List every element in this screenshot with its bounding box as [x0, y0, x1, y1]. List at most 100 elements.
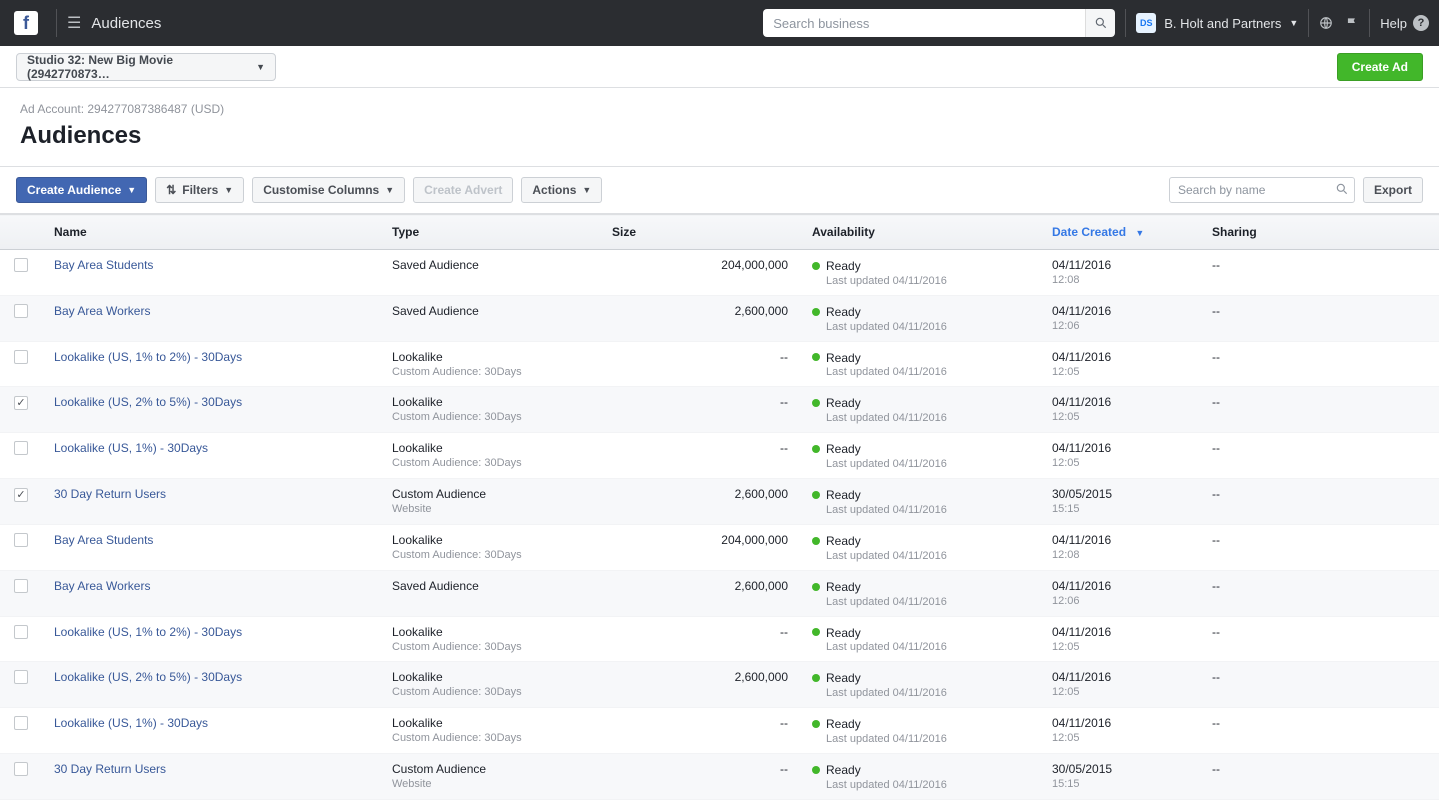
date-created: 04/11/2016	[1052, 395, 1188, 409]
create-advert-button: Create Advert	[413, 177, 513, 203]
status-subtext: Last updated 04/11/2016	[812, 550, 1028, 562]
time-created: 12:05	[1052, 411, 1188, 423]
audience-type: Lookalike	[392, 625, 588, 639]
row-checkbox[interactable]	[14, 396, 28, 410]
audience-name-link[interactable]: Lookalike (US, 1%) - 30Days	[54, 716, 208, 730]
audience-type: Lookalike	[392, 716, 588, 730]
audience-type: Custom Audience	[392, 487, 588, 501]
sharing-value: --	[1212, 441, 1220, 455]
divider	[56, 9, 57, 37]
audience-type-sub: Custom Audience: 30Days	[392, 686, 588, 698]
audience-name-link[interactable]: Bay Area Workers	[54, 579, 150, 593]
row-checkbox[interactable]	[14, 625, 28, 639]
audience-name-link[interactable]: Lookalike (US, 1%) - 30Days	[54, 441, 208, 455]
audience-type-sub: Custom Audience: 30Days	[392, 457, 588, 469]
business-selector[interactable]: DS B. Holt and Partners ▼	[1136, 13, 1298, 33]
time-created: 12:05	[1052, 686, 1188, 698]
audience-type-sub: Custom Audience: 30Days	[392, 366, 588, 378]
audience-table: Name Type Size Availability Date Created…	[0, 214, 1439, 800]
time-created: 12:06	[1052, 320, 1188, 332]
audience-type: Lookalike	[392, 350, 588, 364]
row-checkbox[interactable]	[14, 670, 28, 684]
sharing-value: --	[1212, 670, 1220, 684]
time-created: 12:06	[1052, 595, 1188, 607]
table-row: Lookalike (US, 2% to 5%) - 30Days Lookal…	[0, 387, 1439, 433]
account-bar: Studio 32: New Big Movie (2942770873… ▼ …	[0, 46, 1439, 88]
audience-name-link[interactable]: Lookalike (US, 1% to 2%) - 30Days	[54, 625, 242, 639]
audience-name-link[interactable]: 30 Day Return Users	[54, 762, 166, 776]
customise-columns-button[interactable]: Customise Columns ▼	[252, 177, 405, 203]
status-subtext: Last updated 04/11/2016	[812, 366, 1028, 378]
table-row: Lookalike (US, 1%) - 30Days Lookalike Cu…	[0, 433, 1439, 479]
status-dot-icon	[812, 674, 820, 682]
audience-name-link[interactable]: 30 Day Return Users	[54, 487, 166, 501]
sharing-value: --	[1212, 395, 1220, 409]
date-created: 04/11/2016	[1052, 579, 1188, 593]
date-created: 04/11/2016	[1052, 716, 1188, 730]
sharing-value: --	[1212, 304, 1220, 318]
status-text: Ready	[826, 396, 861, 410]
hamburger-icon[interactable]: ☰	[67, 13, 81, 33]
audience-name-link[interactable]: Bay Area Students	[54, 258, 153, 272]
date-created: 30/05/2015	[1052, 762, 1188, 776]
sharing-value: --	[1212, 579, 1220, 593]
audience-type-sub: Website	[392, 778, 588, 790]
status-subtext: Last updated 04/11/2016	[812, 641, 1028, 653]
audience-name-link[interactable]: Lookalike (US, 2% to 5%) - 30Days	[54, 670, 242, 684]
globe-icon[interactable]	[1319, 16, 1333, 30]
audience-type: Saved Audience	[392, 304, 588, 318]
audience-name-link[interactable]: Bay Area Students	[54, 533, 153, 547]
export-button[interactable]: Export	[1363, 177, 1423, 203]
row-checkbox[interactable]	[14, 533, 28, 547]
business-search-button[interactable]	[1085, 9, 1115, 37]
row-checkbox[interactable]	[14, 350, 28, 364]
business-search-input[interactable]	[763, 9, 1085, 37]
row-checkbox[interactable]	[14, 579, 28, 593]
row-checkbox[interactable]	[14, 258, 28, 272]
row-checkbox[interactable]	[14, 488, 28, 502]
status-text: Ready	[826, 625, 861, 639]
col-header-size[interactable]: Size	[600, 215, 800, 250]
flag-icon[interactable]	[1345, 16, 1359, 30]
col-header-availability[interactable]: Availability	[800, 215, 1040, 250]
status-subtext: Last updated 04/11/2016	[812, 321, 1028, 333]
audience-name-link[interactable]: Lookalike (US, 2% to 5%) - 30Days	[54, 395, 242, 409]
create-ad-button[interactable]: Create Ad	[1337, 53, 1423, 81]
status-dot-icon	[812, 353, 820, 361]
row-checkbox[interactable]	[14, 716, 28, 730]
col-header-type[interactable]: Type	[380, 215, 600, 250]
status-subtext: Last updated 04/11/2016	[812, 733, 1028, 745]
audience-name-link[interactable]: Bay Area Workers	[54, 304, 150, 318]
account-selector-dropdown[interactable]: Studio 32: New Big Movie (2942770873… ▼	[16, 53, 276, 81]
date-created: 04/11/2016	[1052, 441, 1188, 455]
create-audience-button[interactable]: Create Audience ▼	[16, 177, 147, 203]
status-text: Ready	[826, 442, 861, 456]
sharing-value: --	[1212, 716, 1220, 730]
audience-size: --	[780, 441, 788, 455]
search-by-name-input[interactable]	[1169, 177, 1355, 203]
filters-button[interactable]: ⇅ Filters ▼	[155, 177, 244, 203]
filters-label: Filters	[182, 183, 218, 197]
row-checkbox[interactable]	[14, 441, 28, 455]
col-header-checkbox	[0, 215, 42, 250]
date-created: 30/05/2015	[1052, 487, 1188, 501]
audience-name-link[interactable]: Lookalike (US, 1% to 2%) - 30Days	[54, 350, 242, 364]
create-audience-label: Create Audience	[27, 183, 121, 197]
status-dot-icon	[812, 262, 820, 270]
date-created: 04/11/2016	[1052, 350, 1188, 364]
status-dot-icon	[812, 399, 820, 407]
fb-logo[interactable]: f	[14, 11, 38, 35]
avatar: DS	[1136, 13, 1156, 33]
col-header-name[interactable]: Name	[42, 215, 380, 250]
col-header-date-created[interactable]: Date Created ▼	[1040, 215, 1200, 250]
col-header-sharing[interactable]: Sharing	[1200, 215, 1439, 250]
row-checkbox[interactable]	[14, 304, 28, 318]
table-row: 30 Day Return Users Custom Audience Webs…	[0, 479, 1439, 525]
sharing-value: --	[1212, 487, 1220, 501]
date-created: 04/11/2016	[1052, 304, 1188, 318]
row-checkbox[interactable]	[14, 762, 28, 776]
table-row: Lookalike (US, 1% to 2%) - 30Days Lookal…	[0, 341, 1439, 387]
help-link[interactable]: Help ?	[1380, 15, 1429, 31]
status-dot-icon	[812, 537, 820, 545]
actions-button[interactable]: Actions ▼	[521, 177, 602, 203]
